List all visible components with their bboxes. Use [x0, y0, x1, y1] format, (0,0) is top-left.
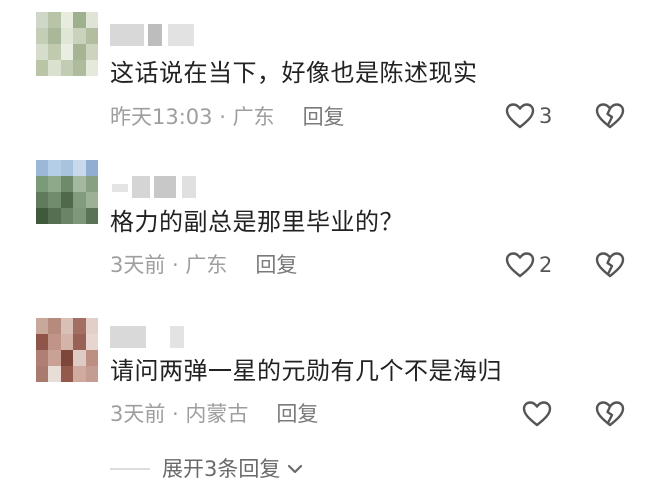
avatar-pixel	[36, 350, 49, 366]
avatar-pixel	[48, 160, 61, 176]
avatar-pixel	[48, 366, 61, 382]
avatar-pixel	[73, 366, 86, 382]
avatar-pixel	[85, 192, 98, 208]
avatar-pixel	[36, 160, 49, 176]
divider-line	[110, 468, 150, 470]
broken-heart-icon	[595, 401, 625, 427]
avatar-pixel	[60, 12, 74, 28]
avatar-pixel	[48, 44, 61, 60]
reply-button[interactable]: 回复	[303, 105, 345, 129]
avatar-pixel	[36, 60, 49, 76]
like-button[interactable]	[522, 400, 556, 428]
avatar-pixel	[36, 208, 49, 224]
dislike-button[interactable]	[595, 400, 625, 432]
avatar-pixel	[36, 334, 49, 350]
avatar-pixel	[48, 334, 61, 350]
avatar[interactable]	[36, 160, 98, 224]
avatar[interactable]	[36, 12, 98, 76]
heart-outline-icon	[505, 103, 535, 129]
comment-location: 内蒙古	[185, 402, 249, 426]
meta-separator: ·	[165, 253, 186, 277]
avatar-pixel	[60, 366, 74, 382]
avatar-pixel	[85, 60, 98, 76]
avatar-pixel	[85, 318, 98, 334]
broken-heart-icon	[595, 103, 625, 129]
meta-separator: ·	[165, 402, 186, 426]
avatar-pixel	[73, 208, 86, 224]
comment-meta: 昨天13:03 · 广东 回复	[110, 104, 345, 130]
comment-time: 昨天13:03	[110, 105, 213, 129]
avatar-pixel	[48, 12, 61, 28]
avatar-pixel	[85, 176, 98, 192]
dislike-button[interactable]	[595, 102, 625, 134]
comment-meta: 3天前 · 广东 回复	[110, 252, 297, 278]
comment-text: 这话说在当下，好像也是陈述现实	[110, 59, 478, 87]
avatar-pixel	[36, 176, 49, 192]
avatar-pixel	[85, 44, 98, 60]
avatar-pixel	[36, 366, 49, 382]
avatar-pixel	[85, 160, 98, 176]
comment-meta: 3天前 · 内蒙古 回复	[110, 401, 318, 427]
avatar-pixel	[73, 160, 86, 176]
comment-location: 广东	[185, 253, 228, 277]
heart-outline-icon	[505, 252, 535, 278]
avatar-pixel	[60, 334, 74, 350]
avatar-pixel	[73, 334, 86, 350]
avatar-pixel	[85, 350, 98, 366]
avatar-pixel	[73, 60, 86, 76]
avatar-pixel	[73, 318, 86, 334]
avatar-pixel	[85, 12, 98, 28]
like-button[interactable]: 3	[505, 102, 552, 130]
avatar-pixel	[60, 350, 74, 366]
avatar-pixel	[60, 192, 74, 208]
avatar-pixel	[60, 318, 74, 334]
avatar-pixel	[48, 60, 61, 76]
avatar-pixel	[85, 334, 98, 350]
broken-heart-icon	[595, 252, 625, 278]
avatar-pixel	[60, 44, 74, 60]
avatar-pixel	[73, 28, 86, 44]
avatar-pixel	[85, 28, 98, 44]
like-count: 2	[539, 253, 553, 277]
avatar-pixel	[73, 12, 86, 28]
dislike-button[interactable]	[595, 251, 625, 283]
heart-outline-icon	[522, 401, 552, 427]
reply-button[interactable]: 回复	[255, 253, 297, 277]
avatar-pixel	[60, 160, 74, 176]
like-count: 3	[539, 104, 553, 128]
comment-text: 格力的副总是那里毕业的？	[110, 208, 404, 236]
avatar-pixel	[48, 208, 61, 224]
like-button[interactable]: 2	[505, 251, 552, 279]
avatar-pixel	[36, 12, 49, 28]
avatar-pixel	[60, 60, 74, 76]
comment-location: 广东	[232, 105, 275, 129]
comment-text: 请问两弹一星的元勋有几个不是海归	[110, 357, 502, 385]
avatar-pixel	[73, 176, 86, 192]
meta-separator: ·	[212, 105, 233, 129]
comment-time: 3天前	[110, 402, 166, 426]
avatar-pixel	[48, 350, 61, 366]
chevron-down-icon	[288, 464, 303, 474]
avatar-pixel	[73, 44, 86, 60]
avatar-pixel	[48, 28, 61, 44]
avatar-pixel	[73, 350, 86, 366]
reply-button[interactable]: 回复	[276, 402, 318, 426]
expand-replies-button[interactable]: 展开3条回复	[110, 456, 304, 482]
avatar-pixel	[85, 208, 98, 224]
comment-time: 3天前	[110, 253, 166, 277]
avatar[interactable]	[36, 318, 98, 382]
avatar-pixel	[85, 366, 98, 382]
expand-replies-label: 展开3条回复	[162, 457, 281, 481]
avatar-pixel	[36, 44, 49, 60]
avatar-pixel	[60, 28, 74, 44]
avatar-pixel	[48, 192, 61, 208]
avatar-pixel	[73, 192, 86, 208]
avatar-pixel	[36, 318, 49, 334]
avatar-pixel	[60, 176, 74, 192]
avatar-pixel	[48, 318, 61, 334]
avatar-pixel	[36, 192, 49, 208]
avatar-pixel	[36, 28, 49, 44]
avatar-pixel	[60, 208, 74, 224]
avatar-pixel	[48, 176, 61, 192]
